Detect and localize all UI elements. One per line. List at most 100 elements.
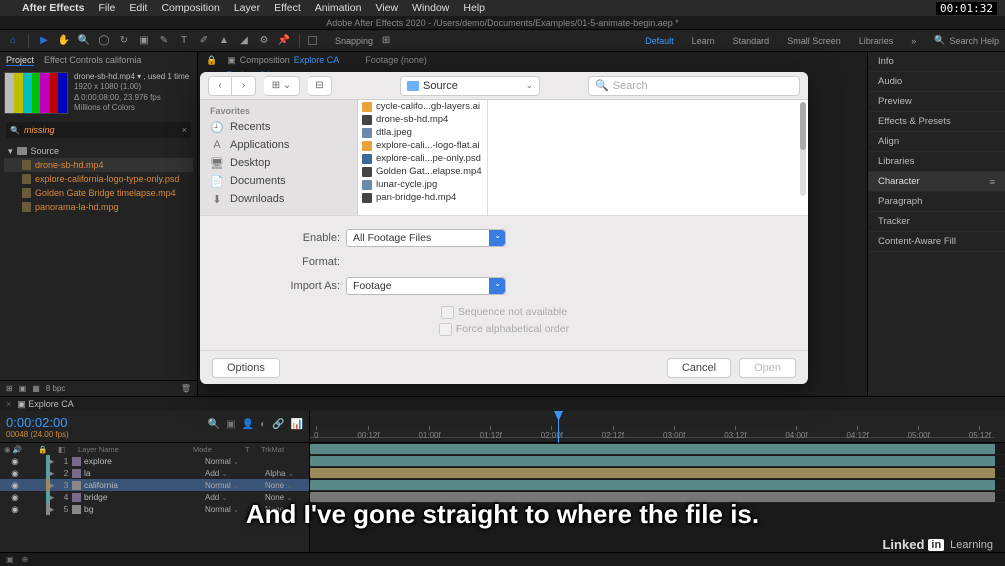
comp-mini-icon[interactable]: ▣ xyxy=(226,419,235,430)
group-button[interactable]: ⊟ xyxy=(308,76,332,96)
snap-icon[interactable]: ⊞ xyxy=(379,34,393,48)
sidebar-item-downloads[interactable]: ⬇Downloads xyxy=(200,190,357,208)
file-item[interactable]: cycle-califo...gb-layers.ai xyxy=(358,100,487,113)
sidebar-item-desktop[interactable]: 🖥Desktop xyxy=(200,154,357,172)
menu-animation[interactable]: Animation xyxy=(315,2,362,14)
brush-tool-icon[interactable]: ✐ xyxy=(197,34,211,48)
workspace-learn[interactable]: Learn xyxy=(692,36,715,46)
back-button[interactable]: ‹ xyxy=(208,76,232,96)
footage-tab[interactable]: Footage (none) xyxy=(365,55,427,65)
cancel-button[interactable]: Cancel xyxy=(667,358,731,378)
panel-info[interactable]: Info xyxy=(868,52,1005,72)
roto-tool-icon[interactable]: ⚙ xyxy=(257,34,271,48)
panel-libraries[interactable]: Libraries xyxy=(868,152,1005,172)
orbit-tool-icon[interactable]: ◯ xyxy=(97,34,111,48)
tree-folder-source[interactable]: ▾ Source xyxy=(4,144,193,158)
trash-icon[interactable]: 🗑 xyxy=(181,384,191,393)
track-matte-select[interactable]: None ⌄ xyxy=(265,481,309,490)
tree-file[interactable]: Golden Gate Bridge timelapse.mp4 xyxy=(4,186,193,200)
import-as-select[interactable]: Footage xyxy=(346,277,506,295)
puppet-tool-icon[interactable]: 📌 xyxy=(277,34,291,48)
new-folder-icon[interactable]: ▣ xyxy=(19,384,27,393)
panel-tracker[interactable]: Tracker xyxy=(868,212,1005,232)
menu-layer[interactable]: Layer xyxy=(234,2,260,14)
tracks-column[interactable] xyxy=(310,443,1005,552)
tree-file[interactable]: explore-california-logo-type-only.psd xyxy=(4,172,193,186)
panel-align[interactable]: Align xyxy=(868,132,1005,152)
layer-row[interactable]: ◉▸3californiaNormal ⌄None ⌄ xyxy=(0,479,309,491)
track-matte-select[interactable]: Alpha ⌄ xyxy=(265,469,309,478)
selection-tool-icon[interactable]: ▶ xyxy=(37,34,51,48)
zoom-tool-icon[interactable]: 🔍 xyxy=(77,34,91,48)
timeline-tab[interactable]: ▣ Explore CA xyxy=(11,399,80,410)
menu-composition[interactable]: Composition xyxy=(161,2,219,14)
path-dropdown[interactable]: Source xyxy=(400,76,540,96)
file-item[interactable]: lunar-cycle.jpg xyxy=(358,178,487,191)
visibility-toggle-icon[interactable]: ◉ xyxy=(0,456,30,467)
forward-button[interactable]: › xyxy=(232,76,256,96)
visibility-toggle-icon[interactable]: ◉ xyxy=(0,480,30,491)
sidebar-item-documents[interactable]: 📄Documents xyxy=(200,172,357,190)
dialog-file-list[interactable]: cycle-califo...gb-layers.aidrone-sb-hd.m… xyxy=(358,100,808,215)
layer-name[interactable]: explore xyxy=(72,456,205,466)
enable-select[interactable]: All Footage Files xyxy=(346,229,506,247)
menu-help[interactable]: Help xyxy=(463,2,485,14)
file-item[interactable]: explore-cali...-logo-flat.ai xyxy=(358,139,487,152)
footer-icon[interactable]: ▣ xyxy=(6,555,14,564)
tab-project[interactable]: Project xyxy=(6,55,34,66)
panel-menu-icon[interactable]: ≡ xyxy=(990,177,995,187)
workspace-libraries[interactable]: Libraries xyxy=(859,36,894,46)
search-help[interactable]: 🔍 Search Help xyxy=(934,35,999,46)
interpret-icon[interactable]: ⊞ xyxy=(6,384,13,393)
timeline-ruler[interactable]: 0 00:12f 01:00f 01:12f 02:00f 02:12f 03:… xyxy=(310,411,1005,442)
options-button[interactable]: Options xyxy=(212,358,280,378)
workspace-standard[interactable]: Standard xyxy=(733,36,770,46)
blend-mode-select[interactable]: Add ⌄ xyxy=(205,469,253,478)
layer-row[interactable]: ◉▸1exploreNormal ⌄ xyxy=(0,455,309,467)
menu-view[interactable]: View xyxy=(375,2,398,14)
disclosure-icon[interactable]: ▸ xyxy=(50,468,60,479)
search-icon[interactable]: 🔍 xyxy=(208,419,220,430)
workspace-default[interactable]: Default xyxy=(645,36,674,46)
camera-tool-icon[interactable]: ▣ xyxy=(137,34,151,48)
panel-effects-presets[interactable]: Effects & Presets xyxy=(868,112,1005,132)
bpc-label[interactable]: 8 bpc xyxy=(46,384,66,393)
view-mode-button[interactable]: ⊞ ⌄ xyxy=(264,76,300,96)
motion-blur-icon[interactable]: 🔗 xyxy=(272,419,284,430)
file-item[interactable]: Golden Gat...elapse.mp4 xyxy=(358,165,487,178)
panel-audio[interactable]: Audio xyxy=(868,72,1005,92)
tree-file[interactable]: panorama-la-hd.mpg xyxy=(4,200,193,214)
tree-file[interactable]: drone-sb-hd.mp4 xyxy=(4,158,193,172)
new-comp-icon[interactable]: ▦ xyxy=(32,384,40,393)
shy-icon[interactable]: 👤 xyxy=(242,419,254,430)
home-icon[interactable]: ⌂ xyxy=(6,34,20,48)
eraser-tool-icon[interactable]: ◢ xyxy=(237,34,251,48)
file-item[interactable]: drone-sb-hd.mp4 xyxy=(358,113,487,126)
scrollbar[interactable] xyxy=(800,102,806,196)
blend-mode-select[interactable]: Normal ⌄ xyxy=(205,481,253,490)
visibility-toggle-icon[interactable]: ◉ xyxy=(0,468,30,479)
frame-blend-icon[interactable]: ◐ xyxy=(260,419,266,430)
file-item[interactable]: pan-bridge-hd.mp4 xyxy=(358,191,487,204)
graph-editor-icon[interactable]: 📊 xyxy=(291,419,303,430)
project-search-input[interactable]: missing × xyxy=(6,122,191,138)
lock-icon[interactable]: 🔒 xyxy=(206,55,217,66)
workspace-more-icon[interactable]: » xyxy=(911,36,916,46)
pen-tool-icon[interactable]: ✎ xyxy=(157,34,171,48)
clone-tool-icon[interactable]: ▲ xyxy=(217,34,231,48)
app-name[interactable]: After Effects xyxy=(22,2,84,14)
menu-edit[interactable]: Edit xyxy=(129,2,147,14)
sidebar-item-applications[interactable]: AApplications xyxy=(200,136,357,154)
layer-row[interactable]: ◉▸2laAdd ⌄Alpha ⌄ xyxy=(0,467,309,479)
layer-name[interactable]: california xyxy=(72,480,205,490)
disclosure-triangle-icon[interactable]: ▾ xyxy=(8,146,13,157)
clear-search-icon[interactable]: × xyxy=(182,125,187,135)
panel-preview[interactable]: Preview xyxy=(868,92,1005,112)
panel-character[interactable]: Character≡ xyxy=(868,172,1005,192)
disclosure-icon[interactable]: ▸ xyxy=(50,456,60,467)
comp-tab-name[interactable]: Explore CA xyxy=(294,55,340,65)
file-item[interactable]: dtla.jpeg xyxy=(358,126,487,139)
panel-paragraph[interactable]: Paragraph xyxy=(868,192,1005,212)
menu-file[interactable]: File xyxy=(98,2,115,14)
rotate-tool-icon[interactable]: ↻ xyxy=(117,34,131,48)
